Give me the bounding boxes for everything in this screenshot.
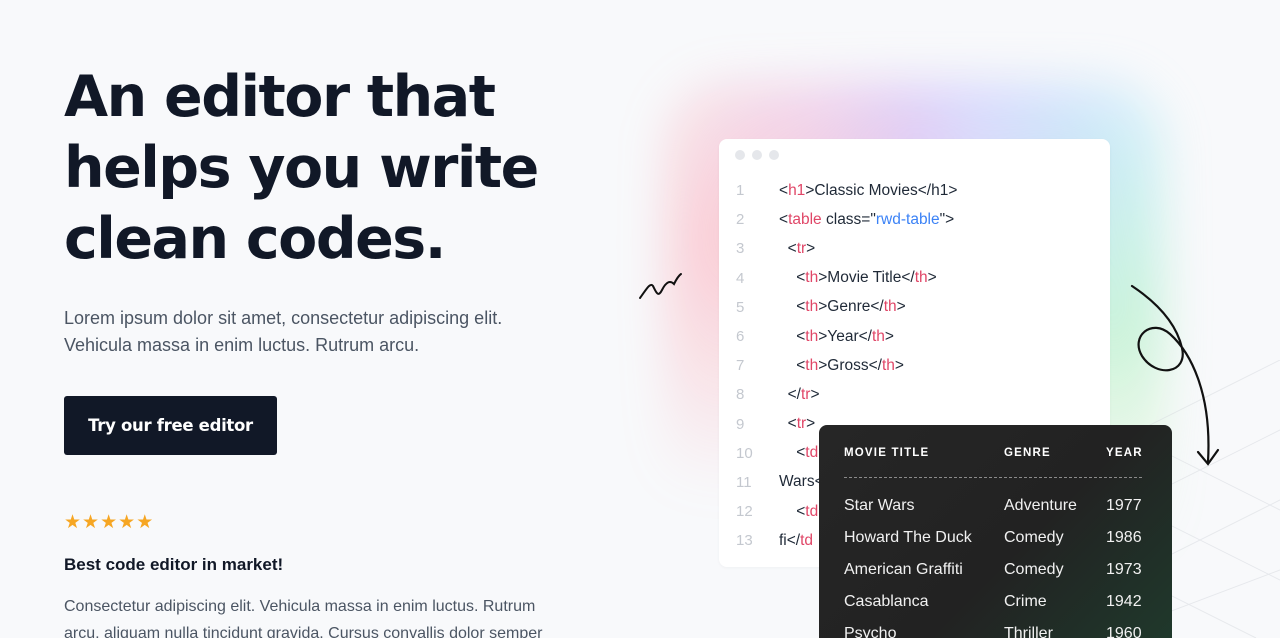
code-text: <th>Movie Title</th>	[796, 269, 937, 287]
table-cell: Psycho	[844, 625, 897, 638]
code-line[interactable]: 4 <th>Movie Title</th>	[719, 264, 1110, 293]
line-number: 5	[736, 298, 745, 316]
table-cell: Casablanca	[844, 593, 929, 610]
table-row: Star Wars Adventure 1977	[844, 497, 1154, 519]
table-row: Casablanca Crime 1942	[844, 593, 1154, 615]
line-number: 13	[736, 532, 753, 550]
line-number: 4	[736, 269, 745, 287]
hero-subtitle-line: Vehicula massa in enim luctus. Rutrum ar…	[64, 335, 420, 355]
star-icon: ★	[64, 512, 82, 533]
code-text: <tr>	[787, 415, 816, 433]
window-controls	[735, 150, 779, 160]
code-line[interactable]: 7 <th>Gross</th>	[719, 351, 1110, 380]
column-header[interactable]: GENRE	[1004, 447, 1051, 459]
line-number: 2	[736, 211, 745, 229]
star-icon: ★	[136, 512, 154, 533]
review-title: Best code editor in market!	[64, 555, 284, 574]
table-row: Psycho Thriller 1960	[844, 625, 1154, 638]
code-text: <th>Genre</th>	[796, 298, 906, 316]
review-body-line: arcu, aliquam nulla tincidunt gravida. C…	[64, 625, 543, 638]
code-text: <td	[796, 502, 819, 520]
movie-table-card: MOVIE TITLE GENRE YEAR Star Wars Adventur…	[819, 425, 1172, 638]
code-line[interactable]: 5 <th>Genre</th>	[719, 293, 1110, 322]
hero-subtitle-line: Lorem ipsum dolor sit amet, consectetur …	[64, 308, 503, 328]
line-number: 1	[736, 182, 745, 200]
column-header[interactable]: MOVIE TITLE	[844, 447, 929, 459]
hero-title: An editor that helps you write clean cod…	[64, 62, 624, 275]
code-text: <th>Year</th>	[796, 327, 894, 345]
table-cell: Thriller	[1004, 625, 1053, 638]
code-text: <th>Gross</th>	[796, 356, 904, 374]
table-cell: 1942	[1106, 593, 1142, 610]
table-header-row: MOVIE TITLE GENRE YEAR	[844, 447, 1144, 465]
code-text: <td	[796, 444, 819, 462]
code-text: </tr>	[787, 385, 820, 403]
code-text: Wars<	[779, 473, 824, 491]
table-cell: Crime	[1004, 593, 1047, 610]
table-cell: Comedy	[1004, 529, 1064, 546]
table-cell: Star Wars	[844, 497, 915, 514]
line-number: 12	[736, 503, 753, 521]
line-number: 3	[736, 240, 745, 258]
window-dot	[752, 150, 762, 160]
review-body: Consectetur adipiscing elit. Vehicula ma…	[64, 593, 624, 638]
hero-title-line: clean codes.	[64, 206, 446, 272]
line-number: 7	[736, 357, 745, 375]
table-cell: Comedy	[1004, 561, 1064, 578]
try-free-editor-button[interactable]: Try our free editor	[64, 396, 277, 455]
window-dot	[735, 150, 745, 160]
table-cell: 1960	[1106, 625, 1142, 638]
code-line[interactable]: 6 <th>Year</th>	[719, 322, 1110, 351]
code-line[interactable]: 8 </tr>	[719, 380, 1110, 409]
column-header[interactable]: YEAR	[1106, 447, 1143, 459]
line-number: 9	[736, 415, 745, 433]
star-icon: ★	[118, 512, 136, 533]
table-cell: Adventure	[1004, 497, 1077, 514]
hero-subtitle: Lorem ipsum dolor sit amet, consectetur …	[64, 305, 624, 359]
code-line[interactable]: 1 <h1>Classic Movies</h1>	[719, 176, 1110, 205]
code-line[interactable]: 3 <tr>	[719, 234, 1110, 263]
table-cell: American Graffiti	[844, 561, 963, 578]
line-number: 8	[736, 386, 745, 404]
table-cell: 1977	[1106, 497, 1142, 514]
table-row: American Graffiti Comedy 1973	[844, 561, 1154, 583]
table-row: Howard The Duck Comedy 1986	[844, 529, 1154, 551]
code-text: <table class="rwd-table">	[779, 210, 955, 228]
code-text: <h1>Classic Movies</h1>	[779, 181, 958, 199]
line-number: 11	[736, 473, 752, 491]
star-icon: ★	[82, 512, 100, 533]
hero-section: An editor that helps you write clean cod…	[64, 62, 624, 638]
star-icon: ★	[100, 512, 118, 533]
code-line[interactable]: 2 <table class="rwd-table">	[719, 205, 1110, 234]
hero-title-line: An editor that	[64, 64, 496, 130]
code-text: fi</td	[779, 531, 814, 549]
rating-stars: ★ ★ ★ ★ ★	[64, 513, 624, 533]
table-cell: Howard The Duck	[844, 529, 972, 546]
hero-title-line: helps you write	[64, 135, 539, 201]
code-text: <tr>	[787, 239, 816, 257]
review-body-line: Consectetur adipiscing elit. Vehicula ma…	[64, 598, 536, 615]
line-number: 6	[736, 328, 745, 346]
squiggle-doodle	[639, 273, 682, 299]
table-cell: 1986	[1106, 529, 1142, 546]
line-number: 10	[736, 444, 753, 462]
table-cell: 1973	[1106, 561, 1142, 578]
window-dot	[769, 150, 779, 160]
table-divider	[844, 477, 1142, 478]
